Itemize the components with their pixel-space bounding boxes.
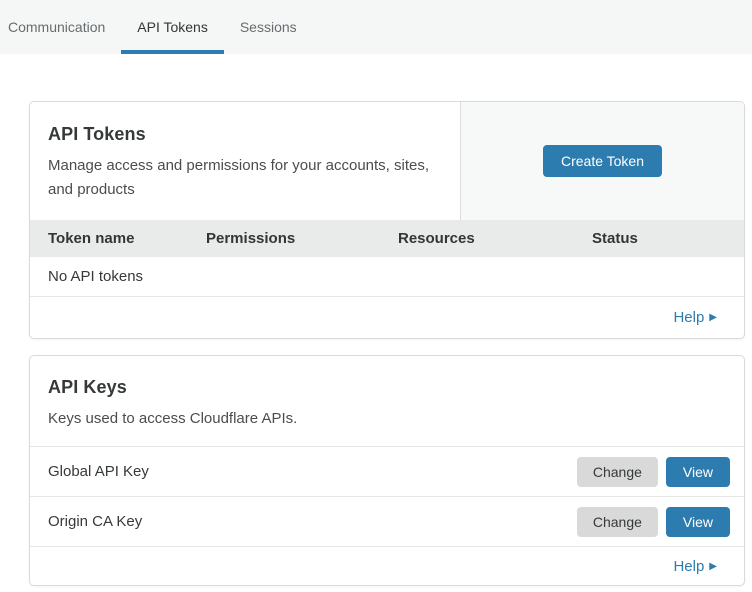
create-token-button[interactable]: Create Token [543,145,662,177]
key-actions-origin-ca-key: Change View [577,507,730,537]
api-tokens-title: API Tokens [48,124,440,145]
tokens-help-label: Help [673,309,704,326]
api-tokens-description: Manage access and permissions for your a… [48,154,440,202]
tab-sessions[interactable]: Sessions [224,0,313,54]
view-button[interactable]: View [666,457,730,487]
help-arrow-icon: ▶ [709,313,717,323]
table-row-origin-ca-key: Origin CA Key Change View [30,496,744,546]
tokens-empty-message: No API tokens [48,268,143,285]
tokens-card-footer: Help ▶ [30,297,744,338]
change-button[interactable]: Change [577,457,658,487]
table-row-global-api-key: Global API Key Change View [30,446,744,496]
api-keys-title: API Keys [48,377,726,398]
tokens-table-header: Token name Permissions Resources Status [30,220,744,257]
view-button[interactable]: View [666,507,730,537]
api-tokens-card-header-text: API Tokens Manage access and permissions… [30,102,461,220]
key-actions-global-api-key: Change View [577,457,730,487]
tab-api-tokens[interactable]: API Tokens [121,0,224,54]
key-name-global-api-key: Global API Key [48,463,149,480]
keys-help-label: Help [673,558,704,575]
api-tokens-card: API Tokens Manage access and permissions… [29,101,745,339]
tokens-help-link[interactable]: Help ▶ [673,309,717,326]
tab-communication[interactable]: Communication [8,0,121,54]
api-keys-card: API Keys Keys used to access Cloudflare … [29,355,745,586]
tokens-empty-row: No API tokens [30,257,744,297]
column-header-token-name: Token name [48,230,206,247]
keys-card-footer: Help ▶ [30,546,744,585]
help-arrow-icon: ▶ [709,562,717,572]
column-header-permissions: Permissions [206,230,398,247]
api-tokens-card-header: API Tokens Manage access and permissions… [30,102,744,220]
api-keys-card-header: API Keys Keys used to access Cloudflare … [30,356,744,446]
column-header-status: Status [592,230,726,247]
tab-bar: Communication API Tokens Sessions [0,0,752,54]
key-name-origin-ca-key: Origin CA Key [48,513,142,530]
change-button[interactable]: Change [577,507,658,537]
api-keys-description: Keys used to access Cloudflare APIs. [48,407,440,431]
api-tokens-card-actions: Create Token [461,102,744,220]
keys-help-link[interactable]: Help ▶ [673,558,717,575]
column-header-resources: Resources [398,230,592,247]
